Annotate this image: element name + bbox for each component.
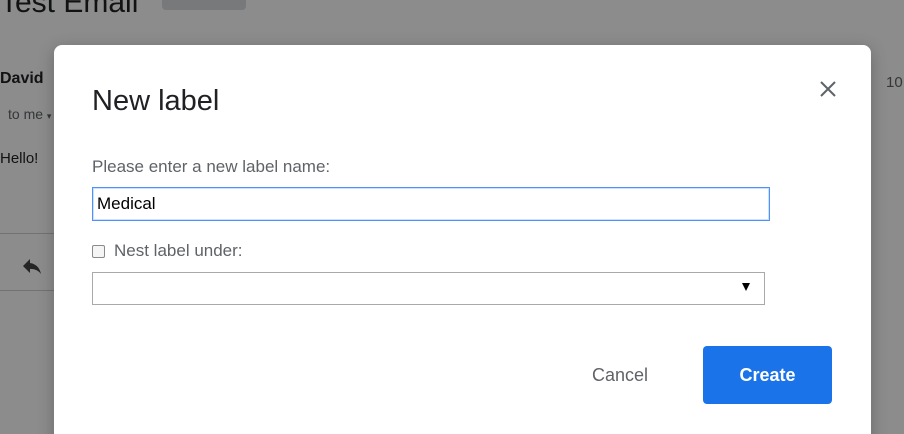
nest-label-text: Nest label under:: [114, 241, 243, 260]
create-button[interactable]: Create: [703, 346, 832, 404]
label-name-prompt: Please enter a new label name:: [92, 157, 331, 176]
close-button[interactable]: [814, 75, 842, 103]
dialog-title: New label: [92, 85, 220, 117]
parent-label-select[interactable]: [92, 272, 765, 305]
nest-label-checkbox[interactable]: [92, 244, 105, 258]
label-name-input[interactable]: [92, 187, 770, 221]
nest-label-row: Nest label under:: [92, 241, 243, 261]
chevron-down-icon: [742, 283, 750, 291]
new-label-dialog: New label Please enter a new label name:…: [54, 45, 871, 434]
cancel-button[interactable]: Cancel: [564, 346, 676, 404]
close-icon: [820, 81, 836, 97]
